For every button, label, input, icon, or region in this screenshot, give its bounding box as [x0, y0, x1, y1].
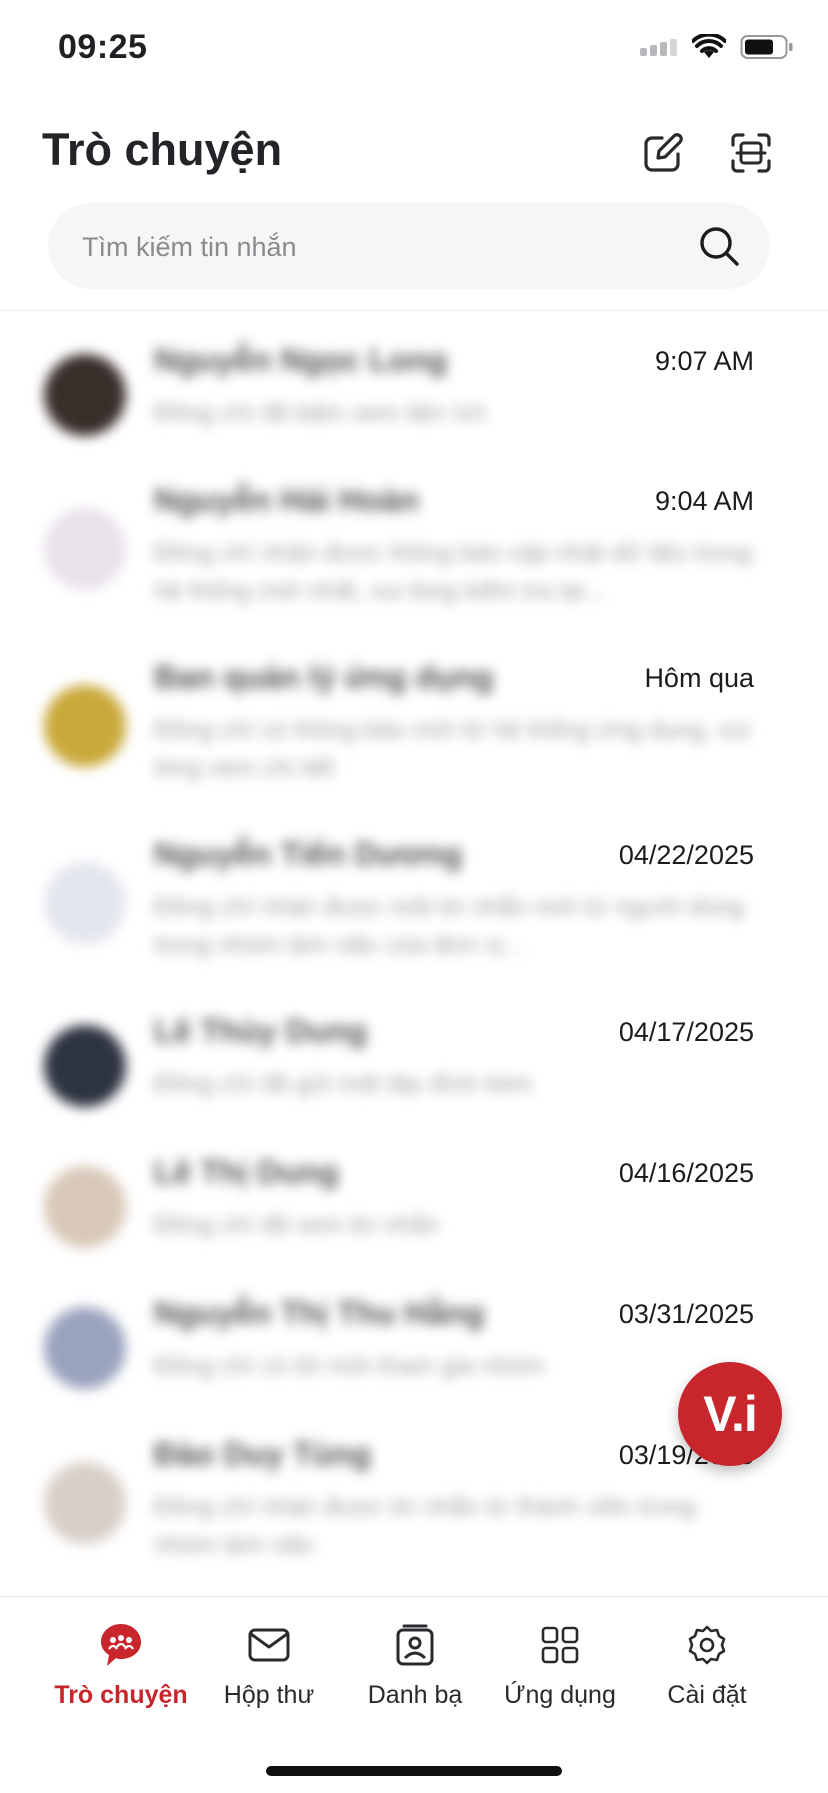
search-bar[interactable]	[48, 203, 770, 291]
conversation-time: 9:07 AM	[648, 346, 754, 377]
bottom-tab-bar: Trò chuyện Hộp thư Danh bạ Ứng dụng Cài …	[0, 1596, 828, 1793]
avatar	[44, 508, 126, 590]
search-input[interactable]	[80, 203, 684, 291]
tab-chat[interactable]: Trò chuyện	[41, 1621, 201, 1731]
conversation-item[interactable]: Nguyễn Tiến Dương Đồng chí nhận được một…	[0, 836, 828, 986]
page-title: Trò chuyện	[42, 124, 283, 175]
status-time: 09:25	[58, 28, 148, 66]
vi-assistant-button[interactable]: V.i	[678, 1362, 782, 1466]
apps-grid-icon	[536, 1621, 584, 1669]
conversation-time: 04/17/2025	[612, 1017, 754, 1048]
conversation-preview: Đồng chí nhận được tin nhắn từ thành viê…	[154, 1493, 696, 1559]
avatar	[44, 1462, 126, 1544]
scan-icon	[731, 133, 771, 173]
chat-bubble-icon	[97, 1621, 145, 1669]
conversation-item[interactable]: Ban quản lý ứng dụng Đồng chí có thông b…	[0, 659, 828, 809]
scan-button[interactable]	[726, 128, 776, 178]
conversation-name: Nguyễn Hải Hoàn	[154, 482, 419, 518]
header: Trò chuyện	[0, 110, 828, 200]
conversation-item[interactable]: Nguyễn Ngọc Long Đồng chí đã bấm xem tiệ…	[0, 342, 828, 462]
conversation-time: 03/31/2025	[612, 1299, 754, 1330]
conversation-preview: Đồng chí đã xem tin nhắn	[154, 1211, 439, 1239]
conversation-item[interactable]: Lê Thùy Dung Đồng chí đã gửi một tệp đín…	[0, 1013, 828, 1133]
gear-icon	[683, 1621, 731, 1669]
avatar	[44, 1307, 126, 1389]
compose-button[interactable]	[638, 128, 688, 178]
conversation-item[interactable]: Lê Thị Dung Đồng chí đã xem tin nhắn 04/…	[0, 1154, 828, 1274]
vi-assistant-label: V.i	[703, 1386, 758, 1442]
conversation-time: 04/16/2025	[612, 1158, 754, 1189]
tab-label: Trò chuyện	[54, 1681, 188, 1709]
battery-icon	[740, 35, 793, 59]
conversation-preview: Đồng chí đã gửi một tệp đính kèm	[154, 1070, 533, 1098]
conversation-name: Nguyễn Thị Thu Hằng	[154, 1295, 485, 1331]
avatar	[44, 1025, 126, 1107]
tab-label: Hộp thư	[223, 1681, 315, 1709]
tab-mail[interactable]: Hộp thư	[189, 1621, 349, 1731]
conversation-name: Nguyễn Tiến Dương	[154, 836, 463, 872]
tab-label: Danh bạ	[367, 1681, 463, 1709]
tab-label: Ứng dụng	[504, 1681, 616, 1709]
conversation-name: Lê Thị Dung	[154, 1154, 339, 1190]
conversation-preview: Đồng chí đã bấm xem tiện ích	[154, 399, 487, 427]
avatar	[44, 685, 126, 767]
conversation-time: 04/22/2025	[612, 840, 754, 871]
conversation-name: Lê Thùy Dung	[154, 1013, 368, 1049]
conversation-time: Hôm qua	[638, 663, 754, 694]
conversation-preview: Đồng chí nhận được một tin nhắn mới từ n…	[154, 893, 744, 959]
conversation-preview: Đồng chí nhận được thông báo cập nhật dữ…	[154, 539, 752, 605]
conversation-time: 9:04 AM	[648, 486, 754, 517]
conversation-item[interactable]: Nguyễn Hải Hoàn Đồng chí nhận được thông…	[0, 482, 828, 632]
wifi-icon	[692, 34, 726, 58]
avatar	[44, 354, 126, 436]
header-divider	[0, 310, 828, 311]
tab-contacts[interactable]: Danh bạ	[335, 1621, 495, 1731]
contacts-icon	[391, 1621, 439, 1669]
status-bar: 09:25	[0, 0, 828, 100]
conversation-name: Ban quản lý ứng dụng	[154, 659, 494, 695]
conversation-name: Đào Duy Tùng	[154, 1436, 371, 1472]
tab-settings[interactable]: Cài đặt	[627, 1621, 787, 1731]
signal-icon	[640, 39, 677, 56]
compose-icon	[644, 133, 683, 172]
conversation-name: Nguyễn Ngọc Long	[154, 342, 448, 378]
conversation-preview: Đồng chí có thông báo mới từ hệ thống ứn…	[154, 716, 751, 782]
avatar	[44, 862, 126, 944]
conversation-preview: Đồng chí có lời mời tham gia nhóm	[154, 1352, 544, 1380]
tab-label: Cài đặt	[667, 1681, 747, 1709]
status-icons	[638, 34, 794, 60]
tab-apps[interactable]: Ứng dụng	[480, 1621, 640, 1731]
avatar	[44, 1166, 126, 1248]
home-indicator	[266, 1766, 562, 1776]
mail-icon	[245, 1621, 293, 1669]
search-icon[interactable]	[698, 225, 740, 267]
